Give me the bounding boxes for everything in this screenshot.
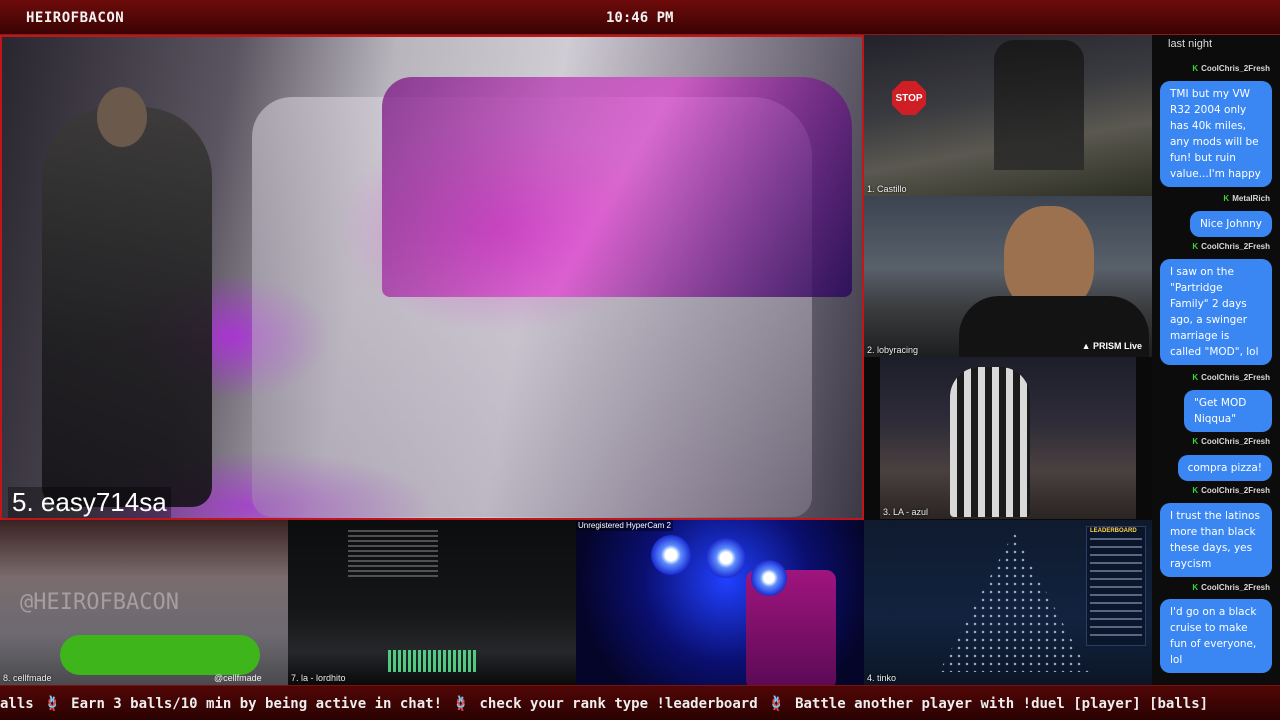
side-feed-2-label: 2. lobyracing [867, 345, 919, 355]
chat-message: Nice Johnny [1189, 211, 1272, 237]
side-feed-1-label: 1. Castillo [867, 184, 907, 194]
hypercam-title: Unregistered HyperCam 2 [576, 520, 673, 531]
stop-sign-icon: STOP [892, 81, 926, 115]
plinko-board [939, 532, 1089, 672]
clock: 10:46 PM [606, 10, 674, 26]
chat-message: TMI but my VW R32 2004 only has 40k mile… [1160, 81, 1272, 187]
bottom-feed-6[interactable]: Unregistered HyperCam 2 [576, 520, 864, 685]
car-window-shape [382, 77, 852, 297]
side-feed-2[interactable]: ▲ PRISM Live 2. lobyracing [864, 196, 1152, 357]
side-feed-1[interactable]: STOP 1. Castillo [864, 35, 1152, 196]
prism-live-badge: ▲ PRISM Live [1081, 341, 1142, 351]
bottom-feed-4[interactable]: LEADERBOARD 4. tinko [864, 520, 1152, 685]
chat-message: compra pizza! [1177, 455, 1272, 481]
overlay-panel [348, 530, 438, 580]
figure-silhouette [950, 367, 1030, 517]
fan-light-2 [706, 538, 746, 578]
channel-name: HEIROFBACON [26, 10, 125, 26]
chat-username: K CoolChris_2Fresh [1192, 242, 1270, 251]
chat-username: K MetalRich [1223, 194, 1270, 203]
chat-panel[interactable]: last night K CoolChris_2Fresh TMI but my … [1152, 35, 1280, 685]
chat-message: I'd go on a black cruise to make fun of … [1160, 599, 1272, 673]
chat-message: "Get MOD Niqqua" [1184, 390, 1272, 432]
ticker-item: Earn 3 balls/10 min by being active in c… [71, 696, 443, 712]
mod-badge-icon: K [1223, 194, 1230, 203]
mod-badge-icon: K [1192, 64, 1199, 73]
rope-icon: 🪢 [767, 696, 786, 712]
person-head [97, 87, 147, 147]
people-silhouette [994, 40, 1084, 170]
fan-light-3 [751, 560, 787, 596]
bottom-feed-8-label: 8. cellfmade [3, 673, 52, 683]
chat-overflow-text: last night [1168, 38, 1213, 50]
mod-badge-icon: K [1192, 373, 1199, 382]
bottom-feed-8-handle: @cellfmade [214, 673, 262, 683]
ticker-item: check your rank type !leaderboard [479, 696, 758, 712]
mod-badge-icon: K [1192, 486, 1199, 495]
chat-username: K CoolChris_2Fresh [1192, 373, 1270, 382]
chat-username: K CoolChris_2Fresh [1192, 437, 1270, 446]
ticker-item: alls [0, 696, 34, 712]
bottom-feed-7-label: 7. la - lordhito [291, 673, 346, 683]
mod-badge-icon: K [1192, 437, 1199, 446]
handlebar-shape [60, 635, 260, 675]
rope-icon: 🪢 [452, 696, 470, 712]
chat-username: K CoolChris_2Fresh [1192, 583, 1270, 592]
bottom-feed-4-label: 4. tinko [867, 673, 897, 683]
chat-username: K CoolChris_2Fresh [1192, 64, 1270, 73]
rope-icon: 🪢 [43, 696, 62, 712]
top-bar: HEIROFBACON 10:46 PM [0, 0, 1280, 35]
chat-username: K CoolChris_2Fresh [1192, 486, 1270, 495]
leaderboard-rows [1090, 538, 1142, 638]
mod-badge-icon: K [1192, 583, 1199, 592]
chat-message: I saw on the "Partridge Family" 2 days a… [1160, 259, 1272, 365]
leaderboard-title: LEADERBOARD [1090, 528, 1137, 534]
side-feed-3[interactable]: 3. LA - azul [880, 357, 1136, 519]
ticker-text: alls 🪢 Earn 3 balls/10 min by being active… [0, 696, 1208, 712]
ticker-item: Battle another player with !duel [player… [795, 696, 1209, 712]
side-feed-3-label: 3. LA - azul [883, 507, 929, 517]
main-feed-label: 5. easy714sa [8, 487, 171, 518]
main-video-feed[interactable]: 5. easy714sa [0, 35, 864, 520]
fan-light-1 [651, 535, 691, 575]
bottom-feed-8[interactable]: @HEIROFBACON 8. cellfmade @cellfmade [0, 520, 288, 685]
bottom-feed-7[interactable]: 7. la - lordhito [288, 520, 576, 685]
ticker-bar: alls 🪢 Earn 3 balls/10 min by being active… [0, 685, 1280, 720]
watermark: @HEIROFBACON [20, 590, 179, 615]
mod-badge-icon: K [1192, 242, 1199, 251]
person-silhouette [42, 107, 212, 507]
chat-message: I trust the latinos more than black thes… [1160, 503, 1272, 577]
led-sign [388, 650, 478, 672]
